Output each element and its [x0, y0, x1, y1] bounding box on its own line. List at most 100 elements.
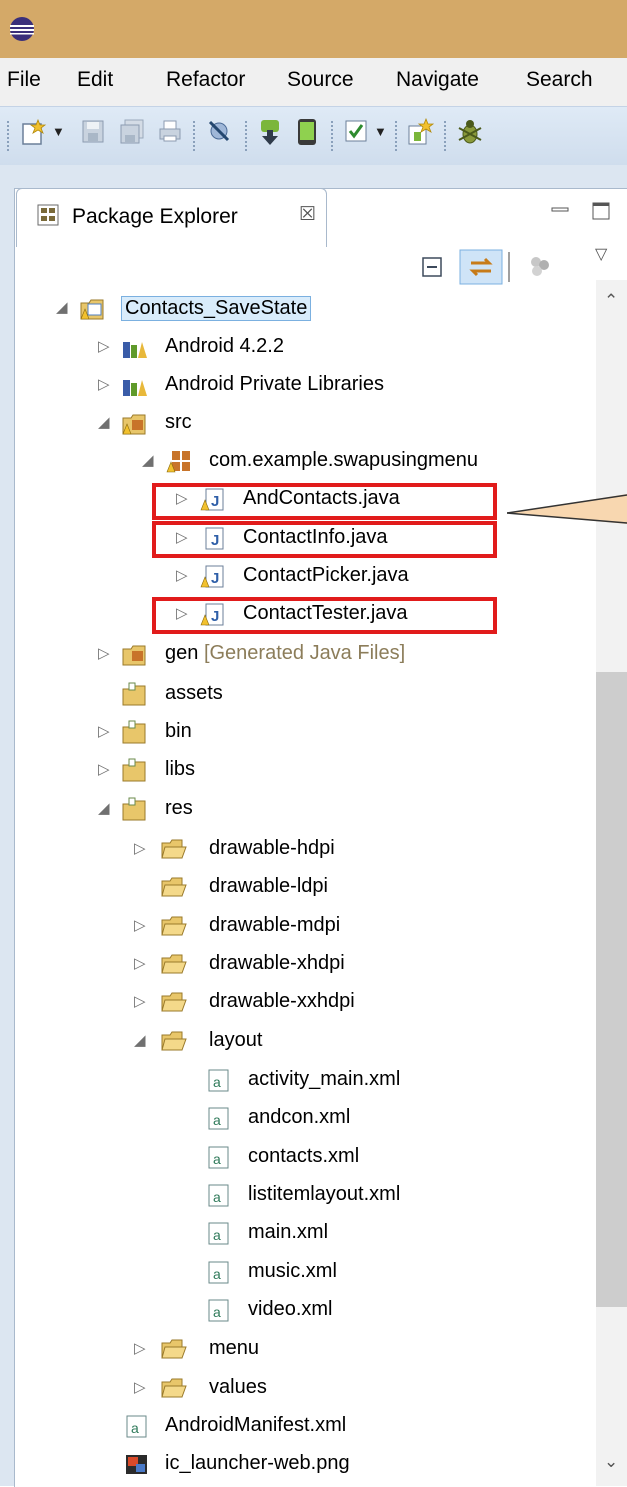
- tree-item-image[interactable]: ic_launcher-web.png: [0, 1447, 590, 1483]
- debug-icon[interactable]: [456, 118, 484, 146]
- collapse-toggle-icon[interactable]: ◢: [56, 298, 68, 316]
- view-menu-icon[interactable]: ▽: [595, 244, 607, 264]
- save-icon[interactable]: [81, 118, 105, 144]
- tree-label: com.example.swapusingmenu: [209, 449, 479, 471]
- scroll-down-icon[interactable]: ⌄: [604, 1452, 618, 1472]
- view-toolbar-separator: [508, 252, 510, 282]
- svg-text:a: a: [213, 1112, 221, 1128]
- tree-item-folder[interactable]: ▷ drawable-hdpi: [0, 832, 590, 868]
- tree-item-folder[interactable]: ▷ drawable-xxhdpi: [0, 985, 590, 1021]
- xml-file-icon: a: [208, 1107, 229, 1130]
- run-lint-icon[interactable]: [344, 118, 368, 144]
- tree-item-project[interactable]: ◢ Contacts_SaveState: [0, 291, 590, 327]
- project-name: Contacts_SaveState: [121, 296, 312, 321]
- tree-item-xml[interactable]: a listitemlayout.xml: [0, 1178, 590, 1214]
- expand-toggle-icon[interactable]: ▷: [98, 760, 110, 778]
- tree-label: ic_launcher-web.png: [165, 1452, 350, 1474]
- new-android-project-icon[interactable]: [406, 118, 434, 146]
- toolbar-separator: [444, 121, 448, 151]
- scrollbar-thumb[interactable]: [596, 672, 627, 1307]
- link-with-editor-icon[interactable]: [459, 249, 503, 285]
- new-wizard-icon[interactable]: [20, 118, 48, 146]
- menu-edit[interactable]: Edit: [77, 68, 113, 92]
- tree-item-libs[interactable]: ▷ libs: [0, 753, 590, 789]
- expand-toggle-icon[interactable]: ▷: [134, 954, 146, 972]
- tree-item-manifest[interactable]: a AndroidManifest.xml: [0, 1409, 590, 1445]
- tree-item-private-libraries[interactable]: ▷ Android Private Libraries: [0, 368, 590, 404]
- expand-toggle-icon[interactable]: ▷: [134, 916, 146, 934]
- tree-item-res[interactable]: ◢ res: [0, 792, 590, 828]
- expand-toggle-icon[interactable]: ▷: [176, 566, 188, 584]
- folder-icon: [122, 682, 146, 706]
- tree-item-folder[interactable]: ▷ drawable-xhdpi: [0, 947, 590, 983]
- maximize-icon[interactable]: [590, 200, 612, 222]
- tree-item-bin[interactable]: ▷ bin: [0, 715, 590, 751]
- open-folder-icon: [161, 1031, 187, 1051]
- tree-item-xml[interactable]: a main.xml: [0, 1216, 590, 1252]
- tree-item-android-sdk[interactable]: ▷ Android 4.2.2: [0, 330, 590, 366]
- expand-toggle-icon[interactable]: ▷: [134, 1378, 146, 1396]
- tree-label: drawable-xhdpi: [209, 952, 345, 974]
- menu-navigate[interactable]: Navigate: [396, 68, 479, 92]
- open-folder-icon: [161, 992, 187, 1012]
- tree-item-values[interactable]: ▷ values: [0, 1371, 590, 1407]
- tree-item-xml[interactable]: a music.xml: [0, 1255, 590, 1291]
- print-icon[interactable]: [157, 118, 183, 144]
- folder-icon: [122, 797, 146, 821]
- collapse-toggle-icon[interactable]: ◢: [98, 799, 110, 817]
- android-project-icon: [80, 299, 104, 320]
- tree-item-gen[interactable]: ▷ gen [Generated Java Files]: [0, 637, 590, 673]
- expand-toggle-icon[interactable]: ▷: [98, 644, 110, 662]
- expand-toggle-icon[interactable]: ▷: [134, 1339, 146, 1357]
- collapse-toggle-icon[interactable]: ◢: [98, 413, 110, 431]
- package-explorer-icon: [37, 204, 59, 226]
- tree-label: menu: [209, 1337, 260, 1359]
- svg-text:a: a: [213, 1266, 221, 1282]
- package-icon: [166, 451, 190, 473]
- tree-label: andcon.xml: [248, 1106, 351, 1128]
- dropdown-arrow-icon[interactable]: ▼: [374, 124, 387, 139]
- tree-label: Android 4.2.2: [165, 335, 284, 357]
- tree-label: drawable-ldpi: [209, 875, 328, 897]
- tree-item-xml[interactable]: a video.xml: [0, 1293, 590, 1329]
- focus-task-icon[interactable]: [527, 253, 553, 279]
- tree-item-layout[interactable]: ◢ layout: [0, 1024, 590, 1060]
- close-icon[interactable]: ☒: [299, 203, 316, 226]
- tree-item-folder[interactable]: ▷ drawable-mdpi: [0, 909, 590, 945]
- scroll-up-icon[interactable]: ⌃: [604, 291, 618, 311]
- menu-refactor[interactable]: Refactor: [166, 68, 245, 92]
- menu-source[interactable]: Source: [287, 68, 354, 92]
- menu-file[interactable]: File: [7, 68, 41, 92]
- tree-item-file[interactable]: ▷ J ContactPicker.java: [0, 559, 590, 595]
- android-avd-manager-icon[interactable]: [294, 118, 320, 146]
- tree-label: video.xml: [248, 1298, 333, 1320]
- dropdown-arrow-icon[interactable]: ▼: [52, 124, 65, 139]
- collapse-toggle-icon[interactable]: ◢: [142, 451, 154, 469]
- menu-search[interactable]: Search: [526, 68, 593, 92]
- tree-item-src[interactable]: ◢ src: [0, 406, 590, 442]
- open-folder-icon: [161, 839, 187, 859]
- expand-toggle-icon[interactable]: ▷: [134, 839, 146, 857]
- skip-breakpoints-icon[interactable]: [206, 118, 232, 144]
- expand-toggle-icon[interactable]: ▷: [98, 722, 110, 740]
- minimize-icon[interactable]: [549, 200, 571, 222]
- highlight-box: [152, 483, 497, 520]
- tree-item-xml[interactable]: a contacts.xml: [0, 1140, 590, 1176]
- tree-item-package[interactable]: ◢ com.example.swapusingmenu: [0, 444, 590, 480]
- expand-toggle-icon[interactable]: ▷: [98, 337, 110, 355]
- tree-item-folder[interactable]: drawable-ldpi: [0, 870, 590, 906]
- tab-package-explorer[interactable]: Package Explorer ☒: [16, 188, 327, 247]
- tree-item-menu[interactable]: ▷ menu: [0, 1332, 590, 1368]
- expand-toggle-icon[interactable]: ▷: [98, 375, 110, 393]
- xml-file-icon: a: [208, 1222, 229, 1245]
- tree-item-xml[interactable]: a andcon.xml: [0, 1101, 590, 1137]
- save-all-icon[interactable]: [119, 118, 145, 144]
- tree-item-xml[interactable]: a activity_main.xml: [0, 1063, 590, 1099]
- tree-label: libs: [165, 758, 196, 780]
- collapse-all-icon[interactable]: [419, 254, 445, 280]
- tree-label: values: [209, 1376, 267, 1398]
- android-sdk-manager-icon[interactable]: [257, 118, 283, 146]
- expand-toggle-icon[interactable]: ▷: [134, 992, 146, 1010]
- tree-item-assets[interactable]: assets: [0, 677, 590, 713]
- collapse-toggle-icon[interactable]: ◢: [134, 1031, 146, 1049]
